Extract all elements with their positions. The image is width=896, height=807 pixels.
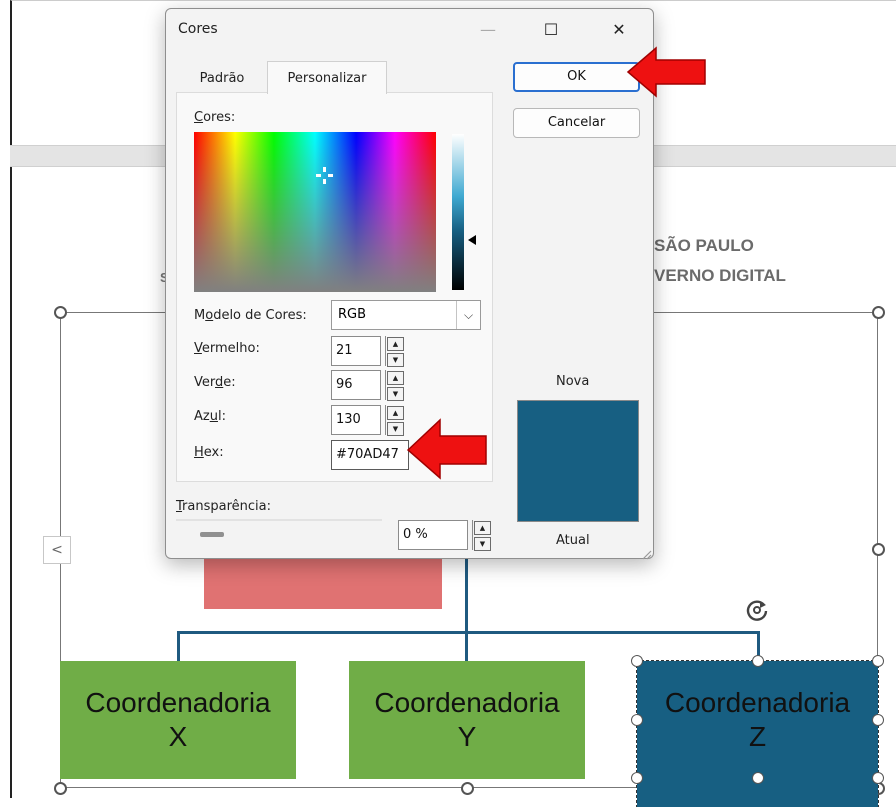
color-model-value: RGB [338,307,367,322]
luminance-slider[interactable] [452,134,464,290]
tab-personalizar[interactable]: Personalizar [267,61,387,94]
resize-handle-bottom-left[interactable] [54,782,67,795]
red-label: Vermelho: [194,341,260,356]
color-model-select[interactable]: RGB ⌵ [331,300,481,330]
coordenadoria-x-line2: X [168,721,188,752]
coordenadoria-y-box[interactable]: Coordenadoria Y [349,661,585,779]
current-color-label: Atual [556,533,590,548]
blue-label: Azul: [194,409,226,424]
rotate-handle-icon[interactable] [744,597,770,627]
transparency-input[interactable]: 0 % [398,520,468,550]
annotation-arrow-hex [406,418,488,480]
close-icon[interactable]: ✕ [599,15,639,45]
coordenadoria-z-box[interactable]: Coordenadoria Z [636,660,879,807]
coordenadoria-y-line2: Y [457,721,477,752]
header-text-line1: SÃO PAULO [654,236,754,255]
shape-handle-top-right[interactable] [872,655,884,667]
green-label: Verde: [194,375,236,390]
colors-label: Cores: [194,110,236,125]
shape-handle-left-middle[interactable] [631,714,643,726]
shape-handle-bottom-left[interactable] [631,772,643,784]
model-label: Modelo de Cores: [194,308,307,323]
maximize-icon[interactable]: ☐ [531,15,571,45]
coordenadoria-x-line1: Coordenadoria [85,687,271,718]
hex-input[interactable]: #70AD47 [331,440,409,470]
resize-handle-top-right[interactable] [872,306,885,319]
connector-vertical-main [465,559,468,661]
coordenadoria-z-line2: Z [748,721,767,752]
blue-input[interactable]: 130 [331,405,381,435]
color-spectrum[interactable] [194,132,436,292]
transparency-separator [176,519,382,521]
shape-handle-bottom-right[interactable] [872,772,884,784]
minimize-icon[interactable]: — [468,15,508,45]
transparency-stepper[interactable]: ▲ ▼ [472,520,492,551]
tab-padrao[interactable]: Padrão [178,65,266,93]
crosshair-icon[interactable] [316,167,333,184]
new-color-label: Nova [556,374,590,389]
resize-grip-icon[interactable] [640,545,652,560]
annotation-arrow-ok [626,46,708,98]
chevron-left-icon: < [51,542,63,558]
cancel-button[interactable]: Cancelar [513,108,640,138]
blue-stepper[interactable]: ▲ ▼ [385,405,405,436]
scroll-left-button[interactable]: < [43,536,71,564]
shape-handle-top-left[interactable] [631,655,643,667]
connector-horizontal [177,631,759,634]
resize-handle-top-left[interactable] [54,306,67,319]
luminance-pointer-icon[interactable] [468,235,476,245]
coordenadoria-y-line1: Coordenadoria [374,687,560,718]
dialog-title: Cores [178,21,218,37]
transparency-slider[interactable] [200,532,224,537]
coordenadoria-z-line1: Coordenadoria [664,687,851,718]
red-stepper[interactable]: ▲ ▼ [385,336,405,367]
green-stepper[interactable]: ▲ ▼ [385,370,405,401]
hex-label: Hex: [194,445,224,460]
transparency-label: Transparência: [176,499,271,514]
resize-handle-right-middle[interactable] [872,543,885,556]
header-text-line2: VERNO DIGITAL [654,266,786,285]
new-color-preview [517,400,639,522]
green-input[interactable]: 96 [331,370,381,400]
red-input[interactable]: 21 [331,336,381,366]
coordenadoria-x-box[interactable]: Coordenadoria X [60,661,296,779]
chevron-down-icon: ⌵ [456,301,480,329]
connector-left-drop [177,631,180,661]
resize-handle-bottom-middle[interactable] [461,782,474,795]
shape-handle-bottom-middle[interactable] [752,772,764,784]
shape-handle-top-middle[interactable] [752,655,764,667]
ok-button[interactable]: OK [513,62,640,92]
shape-handle-right-middle[interactable] [872,714,884,726]
